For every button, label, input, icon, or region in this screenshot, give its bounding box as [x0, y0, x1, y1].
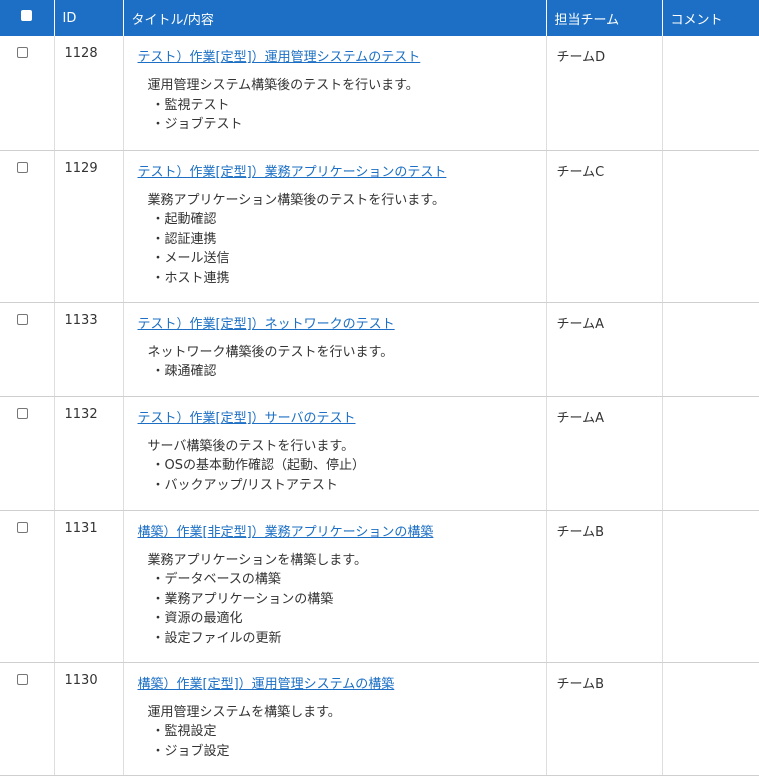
row-bullet-item: ・設定ファイルの更新 — [151, 630, 282, 646]
row-description: 業務アプリケーション構築後のテストを行います。 — [147, 192, 445, 208]
row-bullet-list: ・OSの基本動作確認（起動、停止） ・バックアップ/リストアテスト — [138, 456, 546, 495]
row-bullet-list: ・起動確認・認証連携・メール送信 ・ホスト連携 — [138, 210, 546, 288]
table-row: 1131 構築）作業[非定型]）業務アプリケーションの構築 業務アプリケーション… — [0, 510, 759, 663]
header-comment[interactable]: コメント — [662, 0, 759, 36]
row-id: 1132 — [54, 396, 124, 511]
row-bullet-item: ・ジョブテスト — [151, 117, 243, 132]
row-comment — [662, 396, 759, 511]
row-id: 1128 — [54, 36, 124, 151]
row-select-cell — [0, 396, 55, 511]
row-bullet-item: ・監視設定 — [151, 724, 217, 739]
row-description: 運用管理システム構築後のテストを行います。 — [147, 78, 419, 93]
row-title-link[interactable]: テスト）作業[定型]）業務アプリケーションのテスト — [138, 164, 447, 181]
row-id: 1131 — [54, 510, 124, 663]
row-description: 運用管理システムを構築します。 — [147, 704, 341, 720]
row-select-cell — [0, 302, 55, 397]
row-checkbox[interactable] — [16, 161, 28, 173]
row-description: 業務アプリケーションを構築します。 — [147, 552, 367, 568]
row-checkbox[interactable] — [16, 313, 28, 325]
row-title-cell: 構築）作業[定型]）運用管理システムの構築 運用管理システムを構築します。 ・監… — [123, 662, 547, 776]
row-id: 1129 — [54, 150, 124, 303]
task-table: ID タイトル/内容 担当チーム コメント 1128 テスト）作業[定型]）運用… — [0, 0, 759, 776]
table-row: 1128 テスト）作業[定型]）運用管理システムのテスト 運用管理システム構築後… — [0, 36, 759, 151]
select-all-checkbox[interactable] — [21, 9, 33, 21]
row-bullet-list: ・監視テスト ・ジョブテスト — [138, 96, 546, 135]
row-comment — [662, 150, 759, 303]
row-title-cell: テスト）作業[定型]）業務アプリケーションのテスト 業務アプリケーション構築後の… — [123, 150, 547, 303]
row-description: ネットワーク構築後のテストを行います。 — [147, 344, 394, 360]
select-all-header — [0, 0, 55, 36]
row-bullet-list: ・データベースの構築・業務アプリケーションの構築 ・資源の最適化・設定ファイルの更… — [138, 570, 546, 648]
row-bullet-item: ・ジョブ設定 — [151, 743, 230, 759]
row-bullet-item: ・監視テスト — [151, 97, 230, 113]
row-title-cell: テスト）作業[定型]）ネットワークのテスト ネットワーク構築後のテストを行います… — [123, 302, 547, 397]
row-bullet-list: ・監視設定・ジョブ設定 — [138, 722, 546, 761]
row-id: 1130 — [54, 662, 124, 776]
row-bullet-item: ・バックアップ/リストアテスト — [151, 477, 338, 493]
row-checkbox[interactable] — [16, 521, 28, 533]
table-row: 1130 構築）作業[定型]）運用管理システムの構築 運用管理システムを構築しま… — [0, 662, 759, 776]
row-select-cell — [0, 510, 55, 663]
row-bullet-item: ・業務アプリケーションの構築 — [151, 591, 334, 607]
table-row: 1129 テスト）作業[定型]）業務アプリケーションのテスト 業務アプリケーショ… — [0, 150, 759, 303]
header-team[interactable]: 担当チーム — [546, 0, 663, 36]
row-select-cell — [0, 150, 55, 303]
row-bullet-item: ・起動確認 — [151, 212, 217, 227]
header-id[interactable]: ID — [54, 0, 124, 36]
row-bullet-list: ・疎通確認 — [138, 362, 546, 382]
row-team: チームA — [546, 396, 663, 511]
row-bullet-item: ・資源の最適化 — [151, 611, 243, 626]
row-team: チームD — [546, 36, 663, 151]
row-bullet-item: ・ホスト連携 — [151, 270, 230, 286]
row-bullet-item: ・OSの基本動作確認（起動、停止） — [151, 458, 366, 473]
row-id: 1133 — [54, 302, 124, 397]
table-row: 1133 テスト）作業[定型]）ネットワークのテスト ネットワーク構築後のテスト… — [0, 302, 759, 397]
row-team: チームA — [546, 302, 663, 397]
row-comment — [662, 662, 759, 776]
table-body: 1128 テスト）作業[定型]）運用管理システムのテスト 運用管理システム構築後… — [0, 36, 759, 776]
row-comment — [662, 302, 759, 397]
row-team: チームB — [546, 662, 663, 776]
row-team: チームC — [546, 150, 663, 303]
row-checkbox[interactable] — [16, 407, 28, 419]
row-checkbox[interactable] — [16, 47, 28, 58]
row-title-cell: 構築）作業[非定型]）業務アプリケーションの構築 業務アプリケーションを構築しま… — [123, 510, 547, 663]
row-title-cell: テスト）作業[定型]）運用管理システムのテスト 運用管理システム構築後のテストを… — [123, 36, 547, 151]
row-checkbox[interactable] — [16, 673, 28, 685]
row-title-link[interactable]: 構築）作業[非定型]）業務アプリケーションの構築 — [138, 524, 434, 541]
row-title-link[interactable]: テスト）作業[定型]）サーバのテスト — [138, 410, 356, 427]
row-comment — [662, 36, 759, 151]
row-title-link[interactable]: テスト）作業[定型]）ネットワークのテスト — [138, 316, 395, 333]
row-select-cell — [0, 36, 55, 151]
header-title[interactable]: タイトル/内容 — [123, 0, 547, 36]
row-title-link[interactable]: 構築）作業[定型]）運用管理システムの構築 — [138, 676, 395, 693]
row-comment — [662, 510, 759, 663]
row-bullet-item: ・認証連携 — [151, 231, 217, 247]
row-title-cell: テスト）作業[定型]）サーバのテスト サーバ構築後のテストを行います。 ・OSの… — [123, 396, 547, 511]
row-bullet-item: ・データベースの構築 — [151, 572, 281, 587]
row-bullet-item: ・疎通確認 — [151, 364, 217, 379]
table-header: ID タイトル/内容 担当チーム コメント — [0, 0, 759, 36]
row-description: サーバ構築後のテストを行います。 — [147, 438, 355, 454]
row-select-cell — [0, 662, 55, 776]
row-title-link[interactable]: テスト）作業[定型]）運用管理システムのテスト — [138, 49, 421, 66]
row-team: チームB — [546, 510, 663, 663]
table-row: 1132 テスト）作業[定型]）サーバのテスト サーバ構築後のテストを行います。… — [0, 396, 759, 511]
row-bullet-item: ・メール送信 — [151, 251, 230, 266]
